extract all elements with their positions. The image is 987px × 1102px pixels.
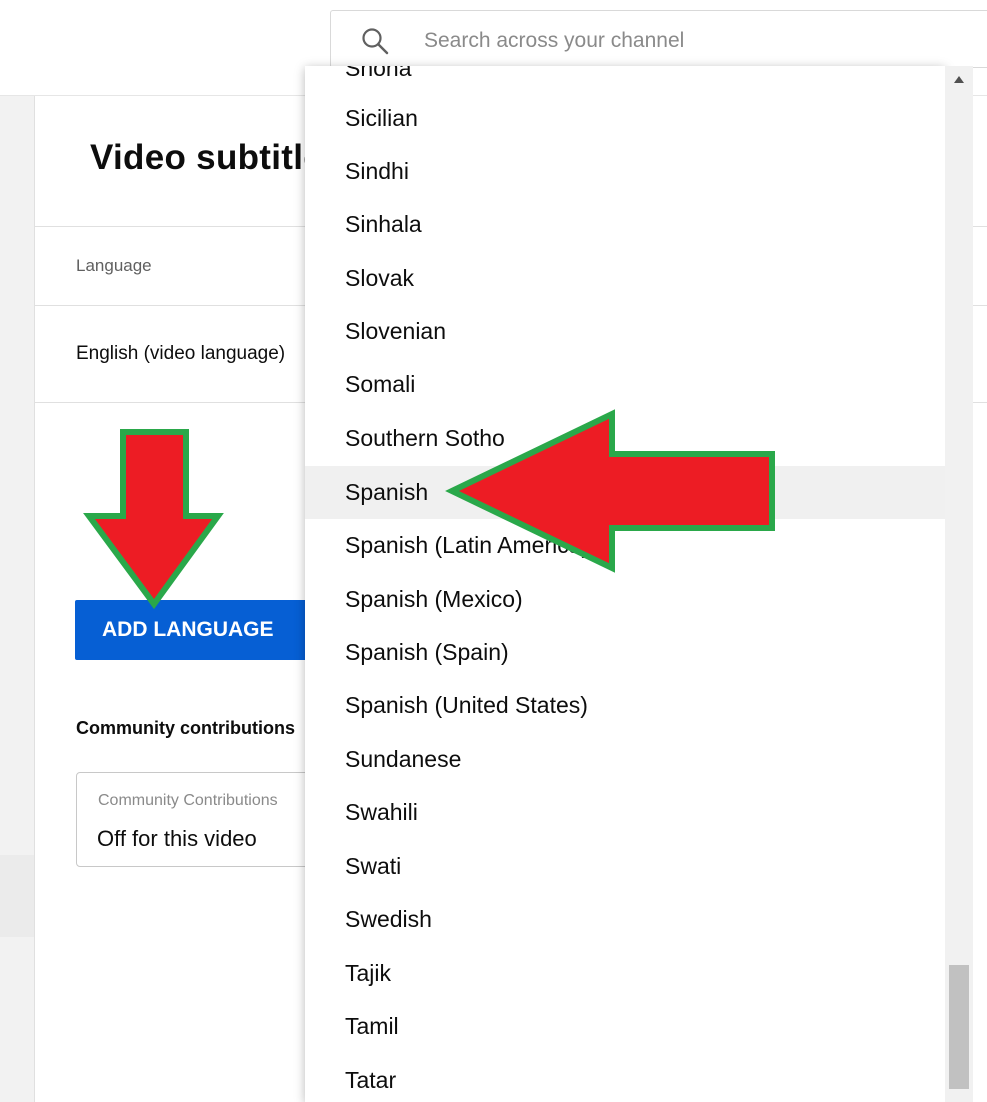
dropdown-item[interactable]: Sicilian	[305, 92, 945, 145]
dropdown-item[interactable]: Sindhi	[305, 145, 945, 198]
table-row-language: English (video language)	[76, 343, 286, 364]
dropdown-item[interactable]: Spanish (United States)	[305, 679, 945, 732]
dropdown-item[interactable]: Swahili	[305, 786, 945, 839]
community-contributions-select-label: Community Contributions	[98, 792, 278, 809]
dropdown-item[interactable]: Spanish (Mexico)	[305, 573, 945, 626]
dropdown-item[interactable]: Shona	[305, 66, 945, 95]
community-contributions-heading: Community contributions	[76, 718, 295, 738]
scroll-up-arrow-icon[interactable]	[954, 76, 964, 83]
dropdown-item[interactable]: Slovak	[305, 252, 945, 305]
dropdown-item[interactable]: Spanish (Latin America)	[305, 519, 945, 572]
dropdown-item[interactable]: Tajik	[305, 947, 945, 1000]
dropdown-scrollbar[interactable]	[945, 66, 973, 1102]
scrollbar-thumb[interactable]	[949, 965, 969, 1089]
dropdown-item[interactable]: Somali	[305, 358, 945, 411]
dropdown-item[interactable]: Sinhala	[305, 198, 945, 251]
dropdown-item[interactable]: Southern Sotho	[305, 412, 945, 465]
dropdown-item-selected[interactable]: Spanish	[305, 466, 945, 519]
language-dropdown[interactable]: Shona Sicilian Sindhi Sinhala Slovak Slo…	[305, 66, 945, 1102]
column-header-language: Language	[76, 256, 152, 275]
community-contributions-select-value[interactable]: Off for this video	[97, 826, 257, 852]
dropdown-item[interactable]: Spanish (Spain)	[305, 626, 945, 679]
add-language-button[interactable]: ADD LANGUAGE	[75, 600, 315, 660]
dropdown-item[interactable]: Slovenian	[305, 305, 945, 358]
search-icon[interactable]	[360, 26, 390, 56]
community-contributions-select[interactable]	[76, 772, 336, 867]
dropdown-item[interactable]: Tamil	[305, 1000, 945, 1053]
dropdown-item[interactable]: Swedish	[305, 893, 945, 946]
search-input[interactable]	[420, 24, 928, 58]
dropdown-item[interactable]: Swati	[305, 840, 945, 893]
dropdown-item[interactable]: Tatar	[305, 1054, 945, 1102]
dropdown-item[interactable]: Sundanese	[305, 733, 945, 786]
side-panel-strip	[0, 855, 34, 937]
